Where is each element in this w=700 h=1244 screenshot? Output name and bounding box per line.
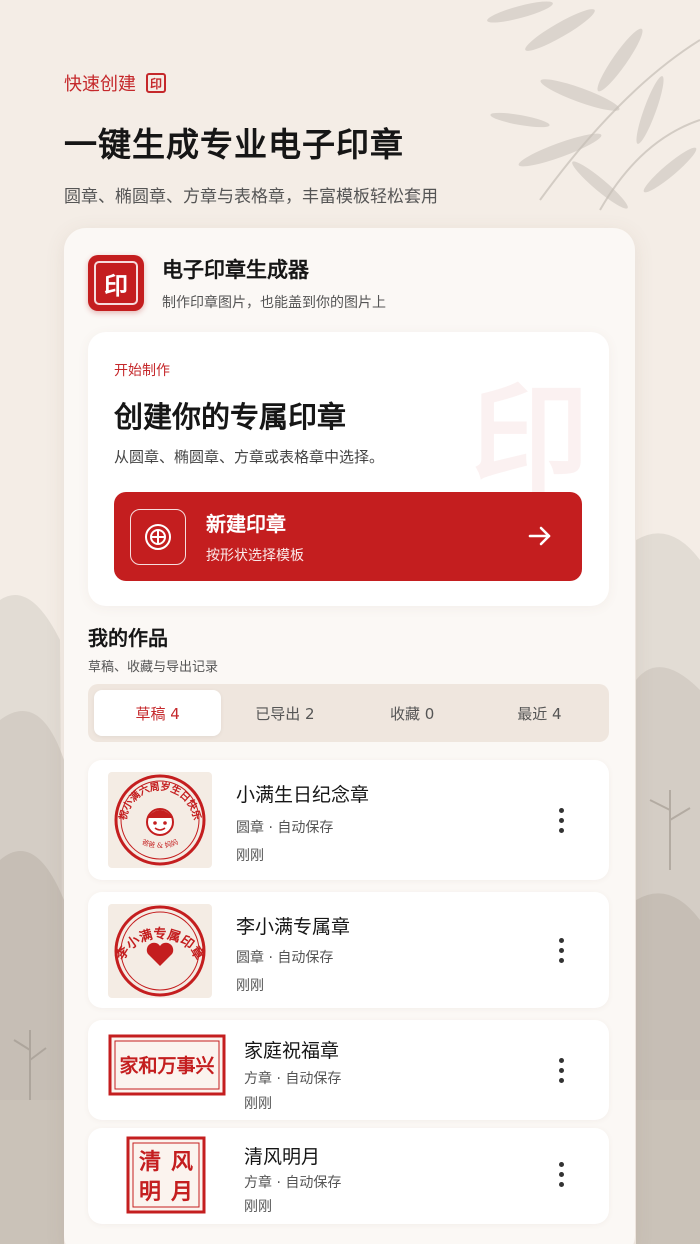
hero-subtitle: 圆章、椭圆章、方章与表格章，丰富模板轻松套用 xyxy=(64,187,438,207)
more-options-icon[interactable] xyxy=(551,808,571,833)
seal-char: 月 xyxy=(170,1179,193,1205)
app-name: 电子印章生成器 xyxy=(162,258,309,282)
work-name: 家庭祝福章 xyxy=(244,1040,340,1062)
new-seal-button-label: 新建印章 xyxy=(206,512,286,536)
arrow-right-icon xyxy=(528,526,551,546)
work-time: 刚刚 xyxy=(236,978,264,994)
tab-exported[interactable]: 已导出 2 xyxy=(221,690,348,736)
work-meta: 方章 · 自动保存 xyxy=(244,1175,342,1191)
seal-thumbnail: 祝小满六周岁生日快乐 爸爸 & 妈妈 xyxy=(108,772,212,868)
tab-drafts[interactable]: 草稿 4 xyxy=(94,690,222,736)
hero-section: 快速创建 印 一键生成专业电子印章 圆章、椭圆章、方章与表格章，丰富模板轻松套用 xyxy=(64,70,438,207)
list-item[interactable]: 祝小满六周岁生日快乐 爸爸 & 妈妈 小满生日纪念章 圆章 · 自动保存 刚刚 xyxy=(88,760,609,880)
work-time: 刚刚 xyxy=(244,1199,272,1215)
hero-title: 一键生成专业电子印章 xyxy=(64,125,404,164)
seal-char: 风 xyxy=(171,1149,193,1175)
work-name: 李小满专属章 xyxy=(236,916,351,938)
more-options-icon[interactable] xyxy=(551,1058,571,1083)
works-title: 我的作品 xyxy=(88,626,168,650)
work-name: 小满生日纪念章 xyxy=(236,784,370,806)
tab-recent[interactable]: 最近 4 xyxy=(476,690,603,736)
more-options-icon[interactable] xyxy=(551,938,571,963)
create-section: 印 开始制作 创建你的专属印章 从圆章、椭圆章、方章或表格章中选择。 新建印章 … xyxy=(88,332,609,606)
seal-thumbnail: 清 风 明 月 xyxy=(126,1136,206,1214)
work-meta: 圆章 · 自动保存 xyxy=(236,950,334,966)
work-name: 清风明月 xyxy=(244,1146,321,1168)
app-header: 印 电子印章生成器 制作印章图片，也能盖到你的图片上 xyxy=(88,254,386,312)
hero-tag: 快速创建 印 xyxy=(64,70,438,96)
works-tabs: 草稿 4 已导出 2 收藏 0 最近 4 xyxy=(88,684,609,742)
app-logo-char: 印 xyxy=(94,261,138,305)
works-subtitle: 草稿、收藏与导出记录 xyxy=(88,660,219,675)
seal-char: 清 xyxy=(139,1149,161,1175)
create-title: 创建你的专属印章 xyxy=(114,400,347,434)
hero-tag-label: 快速创建 xyxy=(64,74,136,95)
new-seal-button-sublabel: 按形状选择模板 xyxy=(206,548,304,564)
app-description: 制作印章图片，也能盖到你的图片上 xyxy=(162,295,386,311)
svg-text:爸爸 & 妈妈: 爸爸 & 妈妈 xyxy=(141,837,180,850)
seal-text: 家和万事兴 xyxy=(119,1054,214,1077)
work-meta: 方章 · 自动保存 xyxy=(244,1071,342,1087)
work-time: 刚刚 xyxy=(244,1096,272,1112)
seal-thumbnail: 家和万事兴 xyxy=(108,1034,226,1096)
seal-bottom-text: 爸爸 & 妈妈 xyxy=(141,837,180,850)
list-item[interactable]: 家和万事兴 家庭祝福章 方章 · 自动保存 刚刚 xyxy=(88,1020,609,1120)
seal-icon: 印 xyxy=(146,73,166,93)
work-time: 刚刚 xyxy=(236,848,264,864)
list-item[interactable]: 李小满专属印章 李小满专属章 圆章 · 自动保存 刚刚 xyxy=(88,892,609,1008)
work-meta: 圆章 · 自动保存 xyxy=(236,820,334,836)
watermark-seal-char: 印 xyxy=(470,370,589,509)
stamp-icon xyxy=(130,508,186,565)
more-options-icon[interactable] xyxy=(551,1162,571,1187)
app-card: 印 电子印章生成器 制作印章图片，也能盖到你的图片上 印 开始制作 创建你的专属… xyxy=(64,228,635,1244)
list-item[interactable]: 清 风 明 月 清风明月 方章 · 自动保存 刚刚 xyxy=(88,1128,609,1224)
new-seal-button[interactable]: 新建印章 按形状选择模板 xyxy=(114,492,582,581)
tab-favorites[interactable]: 收藏 0 xyxy=(349,690,476,736)
app-logo: 印 xyxy=(88,255,144,311)
seal-char: 明 xyxy=(139,1179,161,1205)
create-kicker: 开始制作 xyxy=(114,363,170,379)
seal-thumbnail: 李小满专属印章 xyxy=(108,904,212,998)
create-description: 从圆章、椭圆章、方章或表格章中选择。 xyxy=(114,448,385,466)
